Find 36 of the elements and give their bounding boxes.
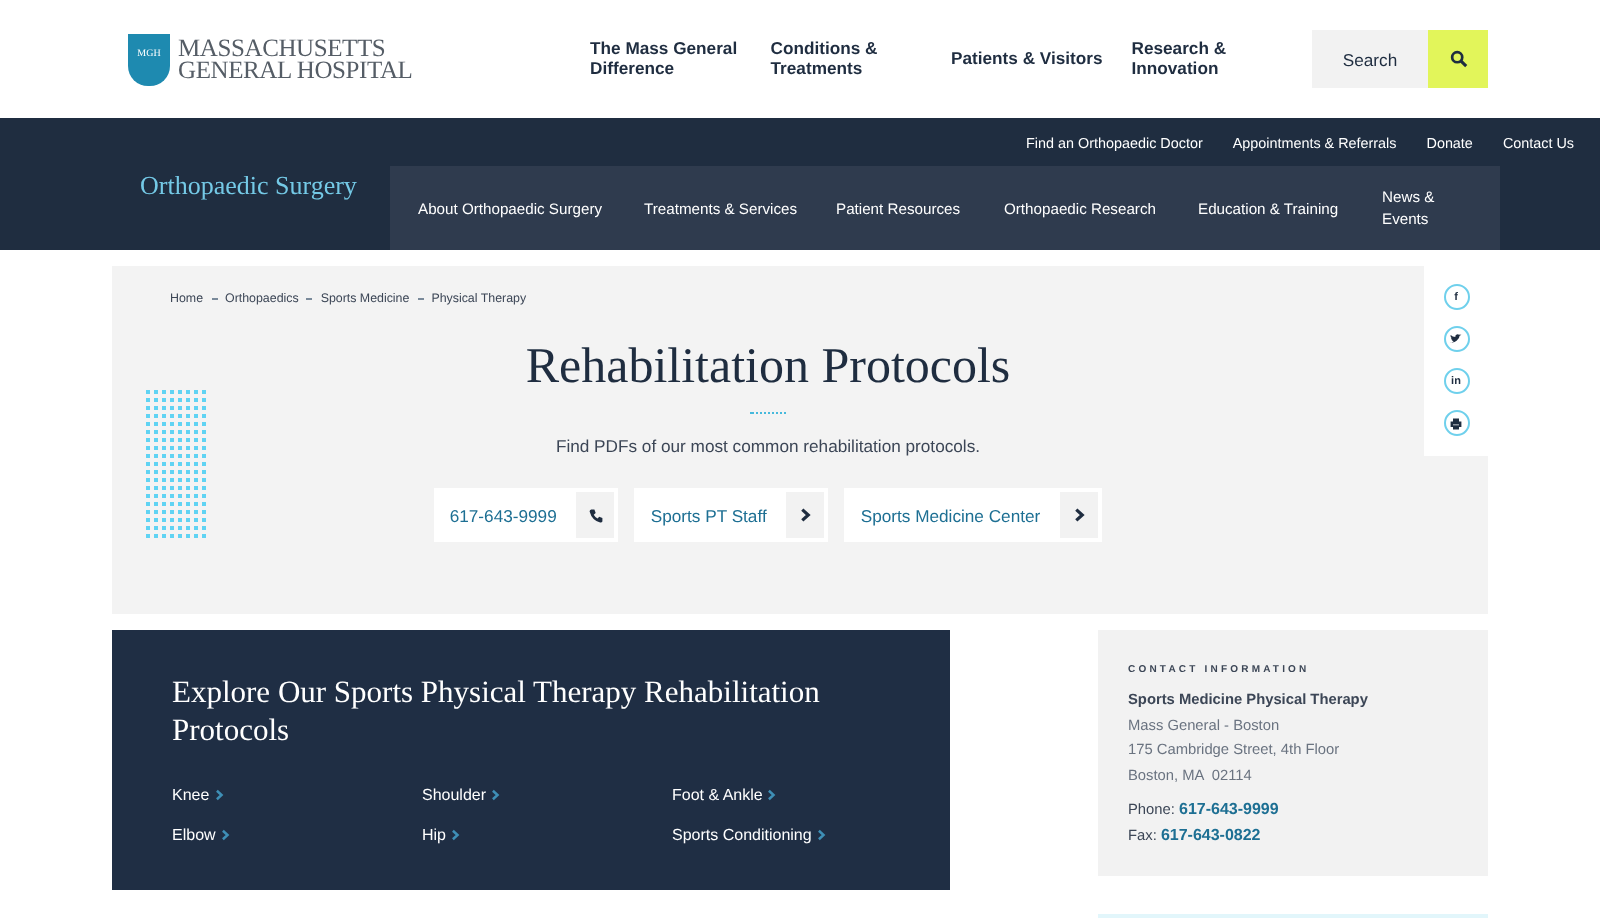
phone-icon: [587, 507, 604, 523]
nav-link[interactable]: The Mass General Difference: [590, 40, 771, 78]
nav-link[interactable]: Research & Innovation: [1131, 40, 1312, 78]
chevron-icon: [796, 506, 815, 524]
chevron-icon: [211, 788, 226, 802]
chevron-icon: [448, 828, 463, 842]
protocols-title: Explore Our Sports Physical Therapy Rehabilitation Protocols: [172, 674, 822, 750]
twitter-button[interactable]: [1443, 326, 1469, 352]
chevron-icon: [217, 828, 232, 842]
chevron-icon: [764, 788, 779, 802]
phone-button[interactable]: 617-643-9999: [433, 488, 619, 542]
protocol-link[interactable]: Shoulder: [422, 786, 487, 804]
protocol-link[interactable]: Knee: [172, 786, 210, 804]
printer-icon: [1450, 417, 1462, 429]
chevron-icon: [488, 788, 503, 802]
phone-link[interactable]: 617-643-9999: [1179, 800, 1279, 818]
hospital-name[interactable]: MASSACHUSETTS GENERAL HOSPITAL: [178, 37, 413, 81]
search-icon: [1449, 50, 1467, 68]
protocol-link[interactable]: Hip: [422, 826, 447, 844]
link-button[interactable]: Sports Medicine Center: [844, 488, 1103, 542]
chevron-icon: [1070, 506, 1089, 524]
protocol-link[interactable]: Foot & Ankle: [672, 786, 763, 804]
search-button[interactable]: [1428, 30, 1488, 88]
protocol-link[interactable]: Elbow: [172, 826, 216, 844]
page-title: Rehabilitation Protocols: [525, 340, 1011, 396]
print-button[interactable]: [1443, 410, 1469, 436]
link-button[interactable]: Sports PT Staff: [634, 488, 829, 542]
nav-link[interactable]: Patients & Visitors: [951, 49, 1132, 69]
nav-link[interactable]: Conditions & Treatments: [770, 40, 952, 78]
department-title[interactable]: Orthopaedic Surgery: [0, 118, 390, 202]
page-subtitle: Find PDFs of our most common rehabilitation protocols.: [555, 436, 981, 456]
bird-icon: [1450, 334, 1462, 344]
protocol-link[interactable]: Sports Conditioning: [672, 826, 812, 844]
fax-link[interactable]: 617-643-0822: [1160, 825, 1261, 843]
chevron-icon: [813, 828, 828, 842]
search-field[interactable]: Search: [1312, 30, 1428, 88]
